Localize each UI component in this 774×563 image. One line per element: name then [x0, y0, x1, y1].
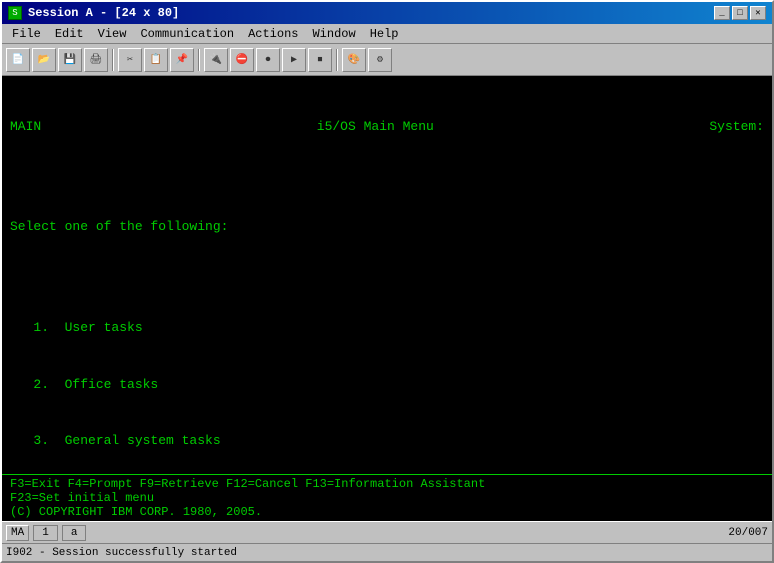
maximize-button[interactable]: □: [732, 6, 748, 20]
message-bar: I902 - Session successfully started: [2, 543, 772, 561]
menu-item-2: 2. Office tasks: [10, 376, 764, 395]
fkey-bar: F3=Exit F4=Prompt F9=Retrieve F12=Cancel…: [2, 474, 772, 521]
menu-actions[interactable]: Actions: [242, 26, 304, 41]
tb-color[interactable]: 🎨: [342, 48, 366, 72]
status-mode: MA: [6, 525, 29, 541]
prompt-line: Select one of the following:: [10, 218, 764, 237]
menu-edit[interactable]: Edit: [49, 26, 90, 41]
message-text: I902 - Session successfully started: [6, 547, 237, 559]
fkey-line-1: F3=Exit F4=Prompt F9=Retrieve F12=Cancel…: [10, 477, 764, 491]
tb-record[interactable]: ⏺: [256, 48, 280, 72]
minimize-button[interactable]: _: [714, 6, 730, 20]
tb-play[interactable]: ▶: [282, 48, 306, 72]
tb-separator-1: [112, 49, 114, 71]
tb-separator-2: [198, 49, 200, 71]
tb-disconnect[interactable]: ⛔: [230, 48, 254, 72]
main-label: MAIN: [10, 118, 41, 137]
tb-new[interactable]: 📄: [6, 48, 30, 72]
title-bar: S Session A - [24 x 80] _ □ ✕: [2, 2, 772, 24]
terminal-header: MAIN i5/OS Main Menu System:: [10, 118, 764, 137]
tb-separator-3: [336, 49, 338, 71]
main-window: S Session A - [24 x 80] _ □ ✕ File Edit …: [0, 0, 774, 563]
tb-paste[interactable]: 📌: [170, 48, 194, 72]
menu-item-1: 1. User tasks: [10, 319, 764, 338]
fkey-line-2: F23=Set initial menu: [10, 491, 764, 505]
terminal-container: MAIN i5/OS Main Menu System: Select one …: [2, 76, 772, 474]
menu-window[interactable]: Window: [306, 26, 361, 41]
terminal-screen[interactable]: MAIN i5/OS Main Menu System: Select one …: [10, 80, 764, 474]
menu-help[interactable]: Help: [364, 26, 405, 41]
status-tab-1[interactable]: 1: [33, 525, 58, 541]
title-bar-left: S Session A - [24 x 80]: [8, 6, 179, 20]
menu-bar: File Edit View Communication Actions Win…: [2, 24, 772, 44]
center-title: i5/OS Main Menu: [317, 118, 434, 137]
status-bar: MA 1 a 20/007: [2, 521, 772, 543]
tb-cut[interactable]: ✂: [118, 48, 142, 72]
tb-stop[interactable]: ⏹: [308, 48, 332, 72]
window-title: Session A - [24 x 80]: [28, 6, 179, 20]
menu-item-3: 3. General system tasks: [10, 432, 764, 451]
tb-copy[interactable]: 📋: [144, 48, 168, 72]
menu-file[interactable]: File: [6, 26, 47, 41]
menu-communication[interactable]: Communication: [134, 26, 240, 41]
fkey-line-3: (C) COPYRIGHT IBM CORP. 1980, 2005.: [10, 505, 764, 519]
tb-print[interactable]: 🖨: [84, 48, 108, 72]
status-position: 20/007: [728, 527, 768, 539]
window-icon: S: [8, 6, 22, 20]
title-controls: _ □ ✕: [714, 6, 766, 20]
system-label: System:: [709, 118, 764, 137]
status-tab-2[interactable]: a: [62, 525, 87, 541]
tb-connect[interactable]: 🔌: [204, 48, 228, 72]
toolbar: 📄 📂 💾 🖨 ✂ 📋 📌 🔌 ⛔ ⏺ ▶ ⏹ 🎨 ⚙: [2, 44, 772, 76]
tb-settings[interactable]: ⚙: [368, 48, 392, 72]
close-button[interactable]: ✕: [750, 6, 766, 20]
menu-view[interactable]: View: [92, 26, 133, 41]
tb-open[interactable]: 📂: [32, 48, 56, 72]
tb-save[interactable]: 💾: [58, 48, 82, 72]
